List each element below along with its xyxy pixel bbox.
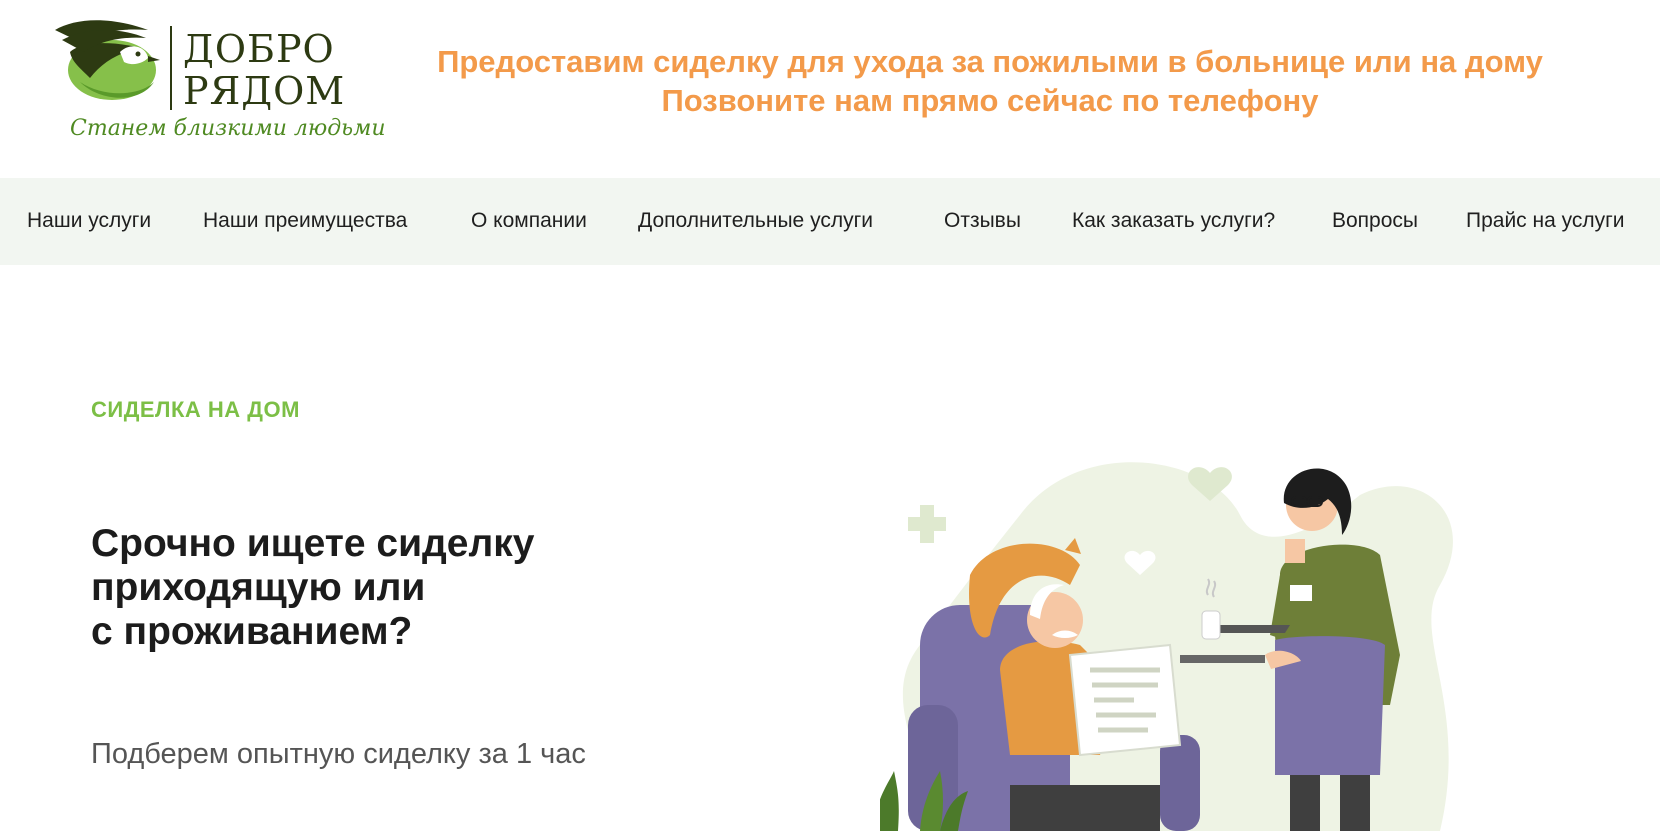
nav-item-advantages[interactable]: Наши преимущества	[203, 209, 407, 233]
logo-word-ryadom: РЯДОМ	[183, 69, 346, 113]
caregiver-serving-elderly-man-icon	[870, 462, 1453, 831]
logo-tagline: Станем близкими людьми	[70, 116, 386, 141]
logo-word-dobro: ДОБРО	[183, 27, 335, 71]
hero-title-line: с проживанием?	[91, 610, 413, 653]
nav-item-about[interactable]: О компании	[471, 209, 587, 233]
bird-leaf-icon	[55, 20, 160, 100]
promo-line-1: Предоставим сиделку для ухода за пожилым…	[437, 44, 1543, 79]
site-logo[interactable]: ДОБРО РЯДОМ Станем близкими людьми	[50, 12, 386, 152]
nav-item-services[interactable]: Наши услуги	[27, 209, 151, 233]
page: ДОБРО РЯДОМ Станем близкими людьми Предо…	[0, 0, 1660, 831]
promo-line-2: Позвоните нам прямо сейчас по телефону	[661, 83, 1319, 118]
header-promo: Предоставим сиделку для ухода за пожилым…	[360, 42, 1620, 120]
hero-title-line: Срочно ищете сиделку	[91, 522, 535, 565]
site-header: ДОБРО РЯДОМ Станем близкими людьми Предо…	[0, 0, 1660, 178]
caregiver-illustration	[870, 455, 1500, 831]
main-nav: Наши услуги Наши преимущества О компании…	[0, 178, 1660, 265]
nav-item-extra-services[interactable]: Дополнительные услуги	[638, 209, 873, 233]
nav-item-prices[interactable]: Прайс на услуги	[1466, 209, 1625, 233]
hero-eyebrow: СИДЕЛКА НА ДОМ	[91, 397, 300, 422]
nav-item-reviews[interactable]: Отзывы	[944, 209, 1021, 233]
hero-title: Срочно ищете сиделку приходящую или с пр…	[91, 522, 711, 654]
logo-divider	[170, 26, 172, 110]
nav-item-how-to-order[interactable]: Как заказать услуги?	[1072, 209, 1275, 233]
hero-subtitle: Подберем опытную сиделку за 1 час	[91, 738, 586, 770]
hero-title-line: приходящую или	[91, 566, 426, 609]
nav-item-faq[interactable]: Вопросы	[1332, 209, 1418, 233]
